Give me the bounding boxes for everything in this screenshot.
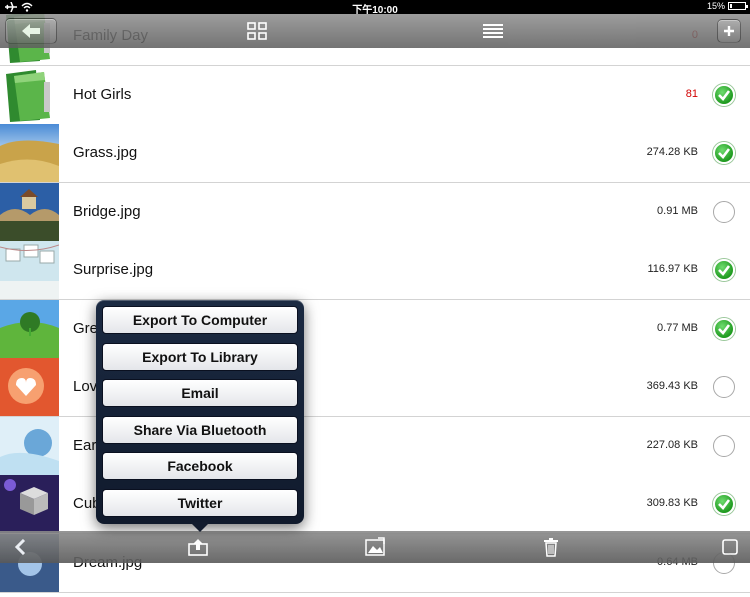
- bottom-toolbar: [0, 531, 750, 563]
- list-view-button[interactable]: [481, 21, 505, 41]
- popover-arrow: [190, 522, 210, 532]
- file-name: Lov: [73, 378, 98, 395]
- twitter-button[interactable]: Twitter: [102, 489, 298, 517]
- battery-icon: [728, 2, 748, 10]
- checkmark-icon: [718, 323, 731, 335]
- top-toolbar: [0, 14, 750, 48]
- move-photo-button[interactable]: [362, 535, 388, 559]
- file-size: 116.97 KB: [647, 263, 698, 275]
- status-bar: 下午10:00 15%: [0, 0, 750, 16]
- unchecked-circle-icon[interactable]: [713, 434, 735, 457]
- status-time: 下午10:00: [352, 5, 398, 16]
- plus-icon: [724, 26, 734, 36]
- battery-percent: 15%: [706, 1, 725, 11]
- image-thumbnail: [0, 358, 59, 416]
- facebook-button[interactable]: Facebook: [102, 452, 298, 480]
- battery-fill: [730, 4, 732, 8]
- grid-view-icon: [247, 22, 267, 40]
- file-row[interactable]: Bridge.jpg 0.91 MB: [0, 182, 750, 242]
- unchecked-circle-icon[interactable]: [713, 200, 735, 223]
- back-button[interactable]: [5, 18, 57, 44]
- folder-icon: [0, 65, 59, 124]
- export-icon: [188, 539, 208, 556]
- checkmark-icon: [718, 265, 731, 276]
- arrow-left-icon: [22, 24, 40, 38]
- export-to-library-button[interactable]: Export To Library: [102, 343, 298, 371]
- file-name: Bridge.jpg: [73, 202, 141, 220]
- select-all-button[interactable]: [721, 538, 739, 556]
- file-size: 0.91 MB: [657, 204, 698, 217]
- grid-view-button[interactable]: [246, 21, 268, 41]
- back-chevron-button[interactable]: [8, 536, 32, 558]
- image-thumbnail: [0, 475, 59, 533]
- image-thumbnail: [0, 416, 59, 475]
- email-button[interactable]: Email: [102, 379, 298, 407]
- item-count: 81: [685, 87, 698, 100]
- unchecked-circle-icon[interactable]: [713, 376, 735, 398]
- delete-button[interactable]: [540, 535, 562, 559]
- checked-circle-icon[interactable]: [713, 317, 735, 340]
- chevron-left-icon: [14, 539, 26, 555]
- image-thumbnail: [0, 182, 59, 241]
- file-name: Grass.jpg: [73, 144, 138, 161]
- list-view-icon: [483, 24, 503, 38]
- image-thumbnail: [0, 124, 59, 182]
- image-thumbnail: [0, 299, 59, 358]
- checked-circle-icon[interactable]: [713, 142, 735, 164]
- file-row[interactable]: Hot Girls 81: [0, 65, 750, 125]
- image-thumbnail: [0, 241, 60, 299]
- checkmark-icon: [718, 89, 731, 101]
- file-name: Hot Girls: [73, 85, 132, 103]
- file-size: 369.43 KB: [646, 380, 698, 392]
- select-all-checkbox-icon: [722, 539, 738, 555]
- status-right: 15%: [706, 1, 748, 11]
- export-button[interactable]: [185, 535, 211, 559]
- checked-circle-icon[interactable]: [713, 493, 735, 515]
- file-row[interactable]: Grass.jpg 274.28 KB: [0, 124, 750, 183]
- share-via-bluetooth-button[interactable]: Share Via Bluetooth: [102, 416, 298, 444]
- file-name: Ear: [73, 436, 97, 454]
- file-size: 0.77 MB: [657, 321, 698, 334]
- file-size: 309.83 KB: [646, 497, 698, 509]
- checked-circle-icon[interactable]: [713, 83, 735, 106]
- export-to-computer-button[interactable]: Export To Computer: [102, 306, 298, 334]
- image-move-icon: [365, 537, 385, 556]
- file-size: 227.08 KB: [646, 438, 698, 451]
- checked-circle-icon[interactable]: [713, 259, 735, 281]
- file-row[interactable]: Surprise.jpg 116.97 KB: [0, 241, 750, 300]
- checkmark-icon: [718, 499, 731, 510]
- add-button[interactable]: [717, 19, 741, 43]
- trash-icon: [544, 538, 558, 557]
- checkmark-icon: [718, 148, 731, 159]
- file-size: 274.28 KB: [646, 146, 698, 158]
- file-name: Gre: [73, 319, 99, 337]
- file-name: Surprise.jpg: [73, 261, 154, 278]
- export-menu-popover: Export To Computer Export To Library Ema…: [96, 300, 304, 532]
